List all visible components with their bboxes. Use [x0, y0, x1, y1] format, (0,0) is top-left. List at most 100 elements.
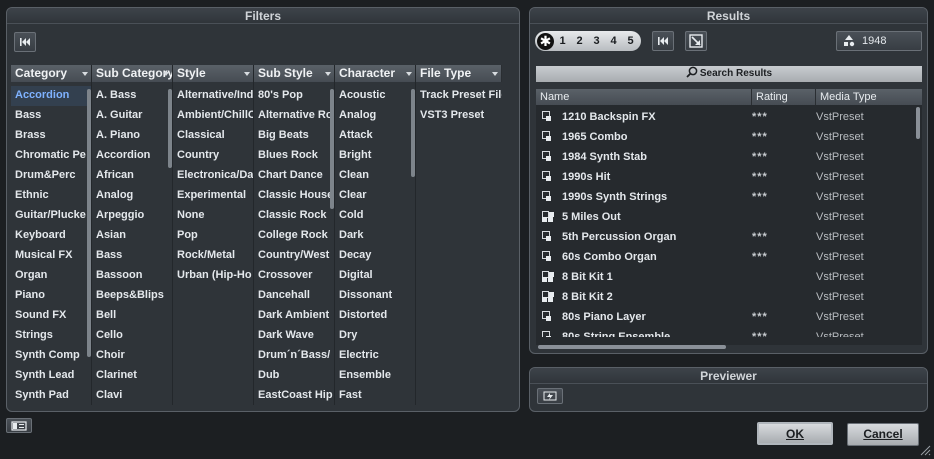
filter-item[interactable]: Arpeggio	[92, 206, 173, 226]
filter-item[interactable]: Keyboard	[11, 226, 92, 246]
filter-item[interactable]: Drum&Perc	[11, 166, 92, 186]
filter-item[interactable]: 80's Pop	[254, 86, 335, 106]
filter-item[interactable]: Clavi	[92, 386, 173, 405]
result-row[interactable]: 8 Bit Kit 1 VstPreset	[536, 267, 922, 287]
filter-item[interactable]: Asian	[92, 226, 173, 246]
filter-item[interactable]: Dark	[335, 226, 416, 246]
result-row[interactable]: 8 Bit Kit 2 VstPreset	[536, 287, 922, 307]
filter-item[interactable]: Ensemble	[335, 366, 416, 386]
filter-item[interactable]: Drum´n´Bass/	[254, 346, 335, 366]
filter-item[interactable]: Classic Rock	[254, 206, 335, 226]
filter-item[interactable]: Electronica/Dan	[173, 166, 254, 186]
filter-item[interactable]: VST3 Preset	[416, 106, 502, 126]
search-results-bar[interactable]: Search Results	[536, 66, 922, 82]
filter-item[interactable]: Country/West	[254, 246, 335, 266]
filter-item[interactable]: Clear	[335, 186, 416, 206]
filter-item[interactable]: Attack	[335, 126, 416, 146]
filter-item[interactable]: Dancehall	[254, 286, 335, 306]
filter-item[interactable]: Bass	[11, 106, 92, 126]
results-hscrollbar[interactable]	[538, 345, 726, 349]
filter-item[interactable]: Dry	[335, 326, 416, 346]
filter-item[interactable]: Clarinet	[92, 366, 173, 386]
toggle-layout-button[interactable]	[6, 418, 32, 433]
filter-item[interactable]: Analog	[335, 106, 416, 126]
results-vscrollbar[interactable]	[916, 107, 920, 139]
result-row[interactable]: 60s Combo Organ *** VstPreset	[536, 247, 922, 267]
result-row[interactable]: 1210 Backspin FX *** VstPreset	[536, 107, 922, 127]
filter-item[interactable]: College Rock	[254, 226, 335, 246]
filter-item[interactable]: Synth Lead	[11, 366, 92, 386]
resize-grip-icon[interactable]	[919, 444, 931, 456]
filter-item[interactable]: African	[92, 166, 173, 186]
rating-star-icon[interactable]: ✱	[537, 32, 554, 50]
reset-filters-button[interactable]	[14, 32, 36, 52]
filter-item[interactable]: Clean	[335, 166, 416, 186]
filter-item[interactable]: Classical	[173, 126, 254, 146]
filter-item[interactable]: Chart Dance	[254, 166, 335, 186]
filter-item[interactable]: A. Piano	[92, 126, 173, 146]
filter-item[interactable]: Dark Ambient	[254, 306, 335, 326]
result-row[interactable]: 80s String Ensemble *** VstPreset	[536, 327, 922, 337]
chevron-down-icon[interactable]	[244, 72, 250, 76]
filter-item[interactable]: Organ	[11, 266, 92, 286]
result-row[interactable]: 1965 Combo *** VstPreset	[536, 127, 922, 147]
rating-level-1[interactable]: 1	[554, 35, 571, 47]
filter-item[interactable]: Beeps&Blips	[92, 286, 173, 306]
filter-item[interactable]: Synth Pad	[11, 386, 92, 405]
column-name[interactable]: Name	[536, 89, 752, 105]
result-row[interactable]: 5th Percussion Organ *** VstPreset	[536, 227, 922, 247]
filter-item[interactable]: Alternative Ro	[254, 106, 335, 126]
filter-item[interactable]: Electric	[335, 346, 416, 366]
filter-item[interactable]: Digital	[335, 266, 416, 286]
filter-column-header[interactable]: File Type	[416, 65, 502, 82]
filter-item[interactable]: Sound FX	[11, 306, 92, 326]
filter-item[interactable]: Blues Rock	[254, 146, 335, 166]
filter-item[interactable]: Cold	[335, 206, 416, 226]
filter-item[interactable]: Acoustic	[335, 86, 416, 106]
rating-level-4[interactable]: 4	[605, 35, 622, 47]
chevron-down-icon[interactable]	[325, 72, 331, 76]
filter-item[interactable]: Synth Comp	[11, 346, 92, 366]
filter-item[interactable]: Ambient/ChillO	[173, 106, 254, 126]
filter-item[interactable]: Urban (Hip-Ho	[173, 266, 254, 286]
chevron-down-icon[interactable]	[492, 72, 498, 76]
filter-item[interactable]: Dub	[254, 366, 335, 386]
filter-item[interactable]: Alternative/Ind	[173, 86, 254, 106]
filter-item[interactable]: Ethnic	[11, 186, 92, 206]
result-row[interactable]: 1990s Hit *** VstPreset	[536, 167, 922, 187]
result-row[interactable]: 80s Piano Layer *** VstPreset	[536, 307, 922, 327]
column-rating[interactable]: Rating	[752, 89, 816, 105]
result-row[interactable]: 5 Miles Out VstPreset	[536, 207, 922, 227]
filter-column-header[interactable]: Category	[11, 65, 92, 82]
result-row[interactable]: 1990s Synth Strings *** VstPreset	[536, 187, 922, 207]
chevron-down-icon[interactable]	[82, 72, 88, 76]
result-row[interactable]: 1984 Synth Stab *** VstPreset	[536, 147, 922, 167]
filter-item[interactable]: Chromatic Pe	[11, 146, 92, 166]
filter-item[interactable]: Distorted	[335, 306, 416, 326]
filter-column-header[interactable]: Style	[173, 65, 254, 82]
filter-item[interactable]: EastCoast Hip	[254, 386, 335, 405]
filter-item[interactable]: Big Beats	[254, 126, 335, 146]
filter-item[interactable]: Guitar/Plucke	[11, 206, 92, 226]
filter-item[interactable]: Brass	[11, 126, 92, 146]
filter-item[interactable]: Decay	[335, 246, 416, 266]
rating-level-3[interactable]: 3	[588, 35, 605, 47]
cancel-button[interactable]: Cancel	[847, 423, 919, 446]
ok-button[interactable]: OK	[757, 422, 833, 445]
column-media-type[interactable]: Media Type	[816, 89, 922, 105]
filter-item[interactable]: Bright	[335, 146, 416, 166]
filter-column-header[interactable]: Sub Style	[254, 65, 335, 82]
filter-item[interactable]: Piano	[11, 286, 92, 306]
filter-item[interactable]: Crossover	[254, 266, 335, 286]
filter-item[interactable]: Country	[173, 146, 254, 166]
chevron-down-icon[interactable]	[406, 72, 412, 76]
filter-item[interactable]: Cello	[92, 326, 173, 346]
filter-item[interactable]: Accordion	[92, 146, 173, 166]
filter-column-header[interactable]: Sub Category	[92, 65, 173, 82]
filter-item[interactable]: Rock/Metal	[173, 246, 254, 266]
filter-item[interactable]: Track Preset File	[416, 86, 502, 106]
rating-level-5[interactable]: 5	[622, 35, 639, 47]
filter-item[interactable]: Analog	[92, 186, 173, 206]
chevron-down-icon[interactable]	[163, 72, 169, 76]
filter-column-header[interactable]: Character	[335, 65, 416, 82]
